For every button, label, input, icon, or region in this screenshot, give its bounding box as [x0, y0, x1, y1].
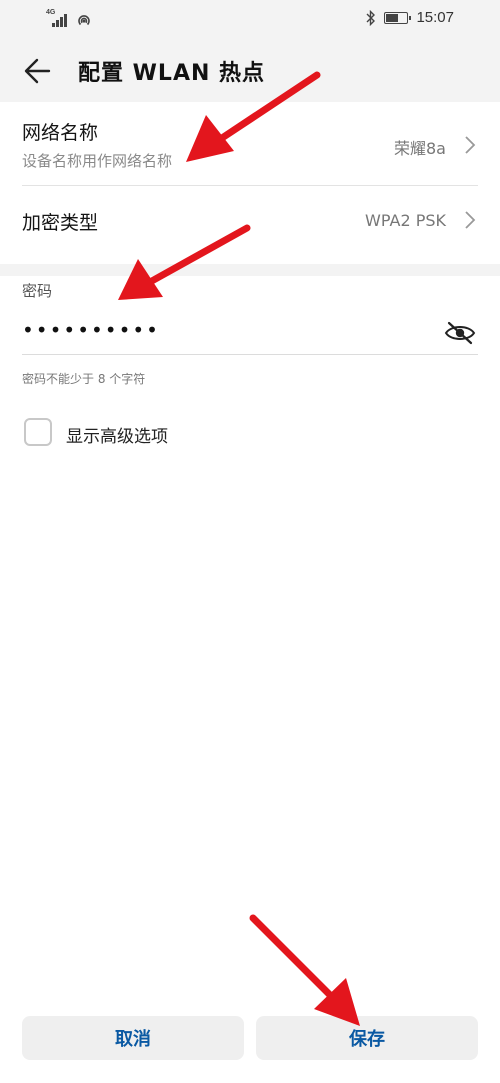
arrow-left-icon[interactable] [22, 56, 52, 86]
eye-off-icon[interactable] [444, 320, 476, 346]
bluetooth-icon [366, 9, 376, 26]
password-input[interactable]: •••••••••• [22, 318, 160, 342]
status-bar: 4G 15:07 [0, 0, 500, 38]
network-name-value: 荣耀8a [394, 139, 446, 158]
encryption-label: 加密类型 [22, 212, 99, 234]
network-name-sublabel: 设备名称用作网络名称 [22, 152, 173, 170]
status-left: 4G [46, 9, 92, 28]
battery-icon [384, 11, 412, 24]
advanced-options-checkbox[interactable] [24, 418, 52, 446]
save-button[interactable]: 保存 [256, 1016, 478, 1060]
annotation-arrow-save [249, 914, 360, 1026]
signal-icon: 4G [46, 9, 72, 28]
page-title: 配置 WLAN 热点 [78, 61, 266, 86]
encryption-row[interactable]: 加密类型 WPA2 PSK [22, 186, 478, 264]
cancel-button[interactable]: 取消 [22, 1016, 244, 1060]
network-name-label: 网络名称 [22, 122, 99, 144]
password-underline [22, 354, 478, 355]
chevron-right-icon [465, 211, 476, 229]
chevron-right-icon [465, 136, 476, 154]
hotspot-icon [78, 15, 90, 26]
advanced-options-label[interactable]: 显示高级选项 [66, 422, 168, 447]
encryption-value: WPA2 PSK [365, 211, 446, 230]
password-label: 密码 [22, 282, 53, 300]
status-time: 15:07 [416, 9, 454, 26]
section-gap [0, 264, 500, 276]
network-name-row[interactable]: 网络名称 设备名称用作网络名称 荣耀8a [22, 102, 478, 186]
password-hint: 密码不能少于 8 个字符 [22, 372, 146, 386]
status-right: 15:07 [366, 9, 454, 26]
